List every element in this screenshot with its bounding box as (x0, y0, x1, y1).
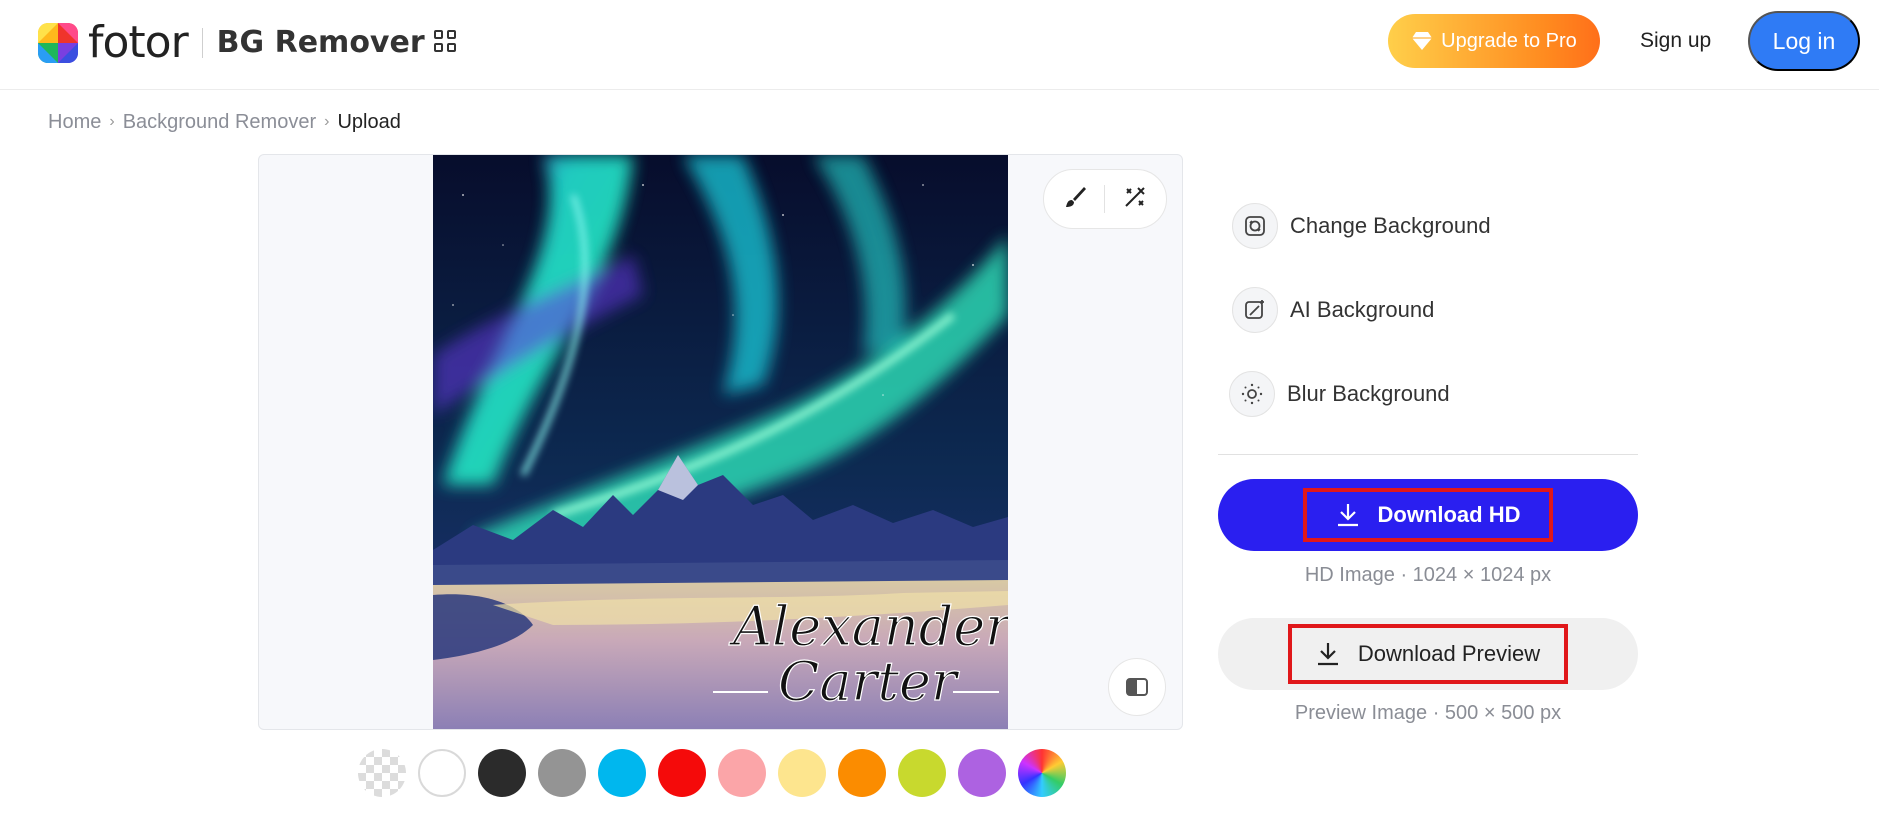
chevron-right-icon: › (109, 113, 115, 130)
fotor-logo[interactable]: fotor BG Remover (38, 20, 425, 66)
compare-icon (1126, 678, 1148, 696)
swatch-sky-blue[interactable] (598, 749, 646, 797)
swatch-gray[interactable] (538, 749, 586, 797)
background-color-swatches (358, 749, 1066, 797)
blur-background-label: Blur Background (1287, 381, 1450, 406)
ai-background-icon (1232, 287, 1278, 333)
swatch-orange[interactable] (838, 749, 886, 797)
download-hd-highlight: Download HD (1303, 488, 1553, 542)
logo-wordmark: fotor (88, 17, 189, 68)
swatch-light-yellow[interactable] (778, 749, 826, 797)
breadcrumb-current: Upload (337, 110, 401, 133)
blur-background-icon (1229, 371, 1275, 417)
brush-icon[interactable] (1062, 184, 1088, 215)
fotor-logo-icon (38, 23, 78, 63)
download-hd-button[interactable]: Download HD (1218, 479, 1638, 551)
change-background-icon (1232, 203, 1278, 249)
swatch-black[interactable] (478, 749, 526, 797)
change-background-label: Change Background (1290, 213, 1491, 238)
top-header: fotor BG Remover Upgrade to Pro Sign up … (0, 0, 1879, 90)
swatch-red[interactable] (658, 749, 706, 797)
swatch-transparent[interactable] (358, 749, 406, 797)
diamond-icon (1412, 32, 1433, 50)
panel-divider (1218, 454, 1638, 455)
image-canvas: Alexander Carter (258, 154, 1183, 730)
download-hd-label: Download HD (1377, 502, 1521, 527)
swatch-lime[interactable] (898, 749, 946, 797)
edit-tools (1043, 169, 1167, 229)
upgrade-to-pro-button[interactable]: Upgrade to Pro (1388, 14, 1600, 68)
svg-text:Alexander: Alexander (728, 595, 1008, 658)
svg-text:Carter: Carter (778, 650, 960, 713)
swatch-white[interactable] (418, 749, 466, 797)
download-preview-label: Download Preview (1357, 641, 1541, 666)
download-icon (1337, 504, 1358, 527)
apps-grid-icon[interactable] (434, 30, 456, 52)
breadcrumb-home[interactable]: Home (48, 111, 101, 134)
logo-divider (201, 28, 203, 58)
download-preview-button[interactable]: Download Preview (1218, 618, 1638, 690)
compare-toggle-button[interactable] (1108, 658, 1166, 716)
magic-tools-icon[interactable] (1122, 184, 1148, 215)
download-preview-highlight: Download Preview (1288, 624, 1568, 684)
swatch-purple[interactable] (958, 749, 1006, 797)
hd-image-info: HD Image · 1024 × 1024 px (1304, 564, 1552, 586)
change-background-option[interactable]: Change Background (1232, 202, 1491, 250)
preview-image-info: Preview Image · 500 × 500 px (1294, 702, 1562, 724)
ai-background-label: AI Background (1290, 297, 1435, 322)
swatch-pink[interactable] (718, 749, 766, 797)
swatch-custom-color[interactable] (1018, 749, 1066, 797)
upgrade-label: Upgrade to Pro (1441, 29, 1577, 52)
sign-up-link[interactable]: Sign up (1640, 24, 1711, 58)
ai-background-option[interactable]: AI Background (1232, 286, 1434, 334)
chevron-right-icon: › (324, 113, 330, 130)
breadcrumb: Home › Background Remover › Upload (48, 108, 401, 136)
breadcrumb-background-remover[interactable]: Background Remover (123, 111, 316, 134)
tool-divider (1104, 185, 1106, 213)
log-in-button[interactable]: Log in (1748, 11, 1860, 71)
result-image: Alexander Carter (433, 155, 1008, 729)
blur-background-option[interactable]: Blur Background (1229, 370, 1450, 418)
download-icon (1317, 643, 1338, 666)
product-name: BG Remover (216, 25, 425, 60)
